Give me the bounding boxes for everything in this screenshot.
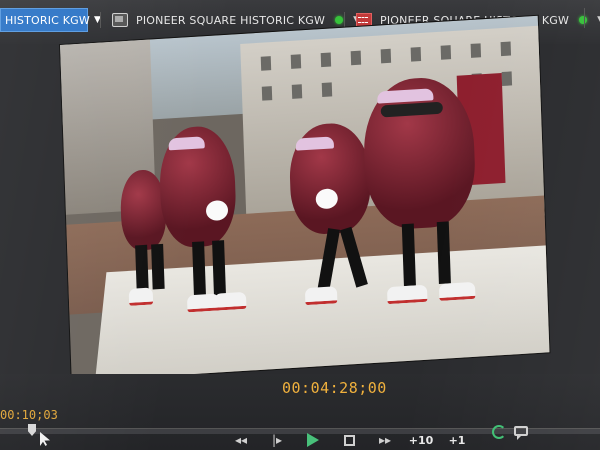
- fast-forward-button[interactable]: ▸▸: [374, 431, 396, 449]
- tab-historic-kgw[interactable]: HISTORIC KGW ▼: [0, 8, 101, 32]
- tab-label: HISTORIC KGW: [5, 13, 90, 27]
- play-button[interactable]: [302, 431, 324, 449]
- go-to-in-button[interactable]: |▸: [266, 431, 288, 449]
- step-back-button[interactable]: ◂◂: [230, 431, 252, 449]
- tab-separator: [100, 12, 101, 28]
- status-dot-icon: [335, 16, 344, 24]
- transport-controls: ◂◂ |▸ ▸▸ +10 +1: [230, 430, 468, 450]
- loop-icon[interactable]: [492, 425, 506, 439]
- step-forward-10-button[interactable]: +10: [408, 431, 434, 449]
- stop-icon: [343, 434, 355, 446]
- panel-menu-button[interactable]: [584, 8, 600, 28]
- current-timecode[interactable]: 00:04:28;00: [282, 379, 387, 397]
- tab-separator: [344, 12, 345, 28]
- step-forward-1-button[interactable]: +1: [446, 431, 468, 449]
- step-forward-1-label: +1: [448, 433, 466, 447]
- comment-icon[interactable]: [514, 426, 528, 440]
- stop-button[interactable]: [338, 431, 360, 449]
- step-forward-10-label: +10: [408, 433, 434, 447]
- tab-label: PIONEER SQUARE HISTORIC KGW: [136, 13, 326, 27]
- video-frame[interactable]: [60, 15, 550, 382]
- in-point-timecode[interactable]: 00:10;03: [0, 408, 58, 422]
- play-icon: [307, 433, 319, 447]
- media-icon: [112, 13, 128, 27]
- film-icon: [356, 13, 372, 27]
